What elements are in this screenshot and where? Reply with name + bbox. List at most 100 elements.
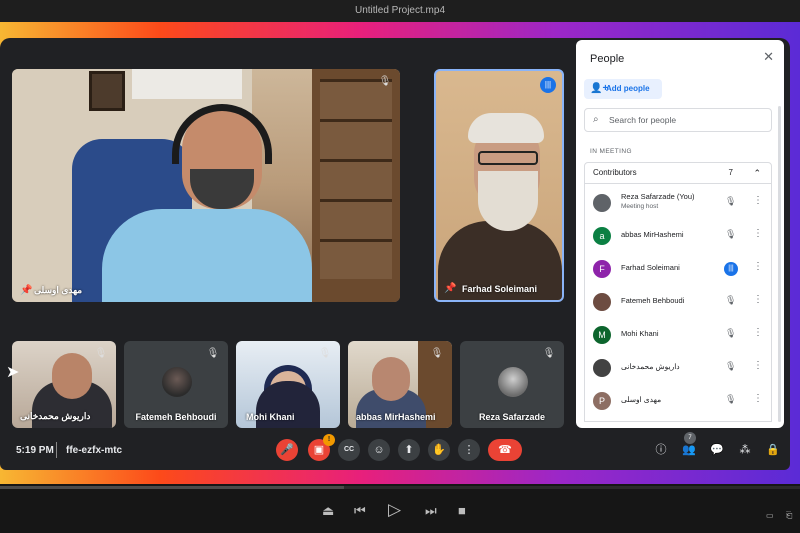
eject-icon[interactable]: ⏏: [322, 503, 334, 519]
video-tile-mohi[interactable]: 🎙 Mohi Khani: [236, 341, 340, 428]
pin-icon[interactable]: 📌: [444, 284, 456, 294]
mic-off-icon: 🎙: [378, 76, 392, 87]
previous-icon[interactable]: ⏮: [354, 503, 366, 519]
tile-name-farhad: Farhad Soleimani: [462, 284, 538, 294]
pin-icon[interactable]: 📌: [20, 286, 32, 296]
more-options-icon[interactable]: ⋮: [753, 294, 763, 305]
farhad-video-tile[interactable]: ||| 📌 Farhad Soleimani: [434, 69, 564, 302]
meeting-code: ffe-ezfx-mtc: [66, 445, 123, 456]
mic-off-icon: 🎙: [725, 361, 737, 371]
participant-hair: [468, 113, 544, 143]
bookshelf: [312, 69, 400, 302]
list-item[interactable]: Fatemeh Behboudi 🎙 ⋮: [585, 287, 771, 317]
mouse-cursor-icon: ➤: [6, 364, 20, 381]
tile-name-main: مهدی اوسلی: [34, 285, 83, 295]
search-people-input[interactable]: ⌕ Search for people: [584, 108, 772, 132]
chevron-up-icon: ⌃: [753, 168, 761, 178]
meeting-info-button[interactable]: ⓘ: [652, 441, 670, 459]
participant-body: [102, 209, 312, 302]
participant-name: مهدی اوسلی: [621, 395, 662, 404]
more-options-icon[interactable]: ⋮: [753, 195, 763, 206]
participant-list: Reza Safarzade (You) Meeting host 🎙 ⋮ a …: [584, 184, 772, 422]
list-item[interactable]: Reza Safarzade (You) Meeting host 🎙 ⋮: [585, 188, 771, 218]
people-button[interactable]: 👥 7: [680, 432, 698, 459]
next-icon[interactable]: ⏭: [425, 503, 437, 519]
warning-badge: !: [323, 434, 335, 446]
participant-head: [372, 357, 410, 401]
group-count: 7: [728, 168, 733, 177]
participant-name: Reza Safarzade (You): [621, 192, 695, 201]
people-panel-title: People: [590, 53, 625, 65]
participant-name: abbas MirHashemi: [621, 230, 684, 239]
people-count-badge: 7: [684, 432, 696, 444]
list-item[interactable]: a abbas MirHashemi 🎙 ⋮: [585, 221, 771, 251]
close-icon[interactable]: ✕: [763, 49, 774, 65]
play-icon[interactable]: ▷: [388, 500, 401, 520]
host-controls-button[interactable]: 🔒: [764, 441, 782, 459]
tile-name: Mohi Khani: [246, 412, 295, 422]
people-panel: People ✕ 👤+ Add people ⌕ Search for peop…: [576, 40, 784, 428]
list-item[interactable]: P مهدی اوسلی 🎙 ⋮: [585, 386, 771, 416]
subtitle-icon[interactable]: ▭: [766, 511, 774, 520]
mic-off-icon: 🎙: [725, 328, 737, 338]
participant-role: Meeting host: [621, 203, 659, 210]
player-title: Untitled Project.mp4: [0, 0, 800, 22]
emoji-reaction-button[interactable]: ☺: [368, 439, 390, 461]
main-video-tile[interactable]: 🎙 📌 مهدی اوسلی: [12, 69, 400, 302]
separator: [56, 442, 57, 458]
video-tile-fatemeh[interactable]: 🎙 Fatemeh Behboudi: [124, 341, 228, 428]
add-person-icon: 👤+: [590, 83, 609, 94]
video-tile-reza[interactable]: 🎙 Reza Safarzade: [460, 341, 564, 428]
tile-name: Reza Safarzade: [478, 412, 546, 422]
camera-toggle-button[interactable]: ▣ !: [308, 434, 335, 461]
group-label: Contributors: [593, 168, 637, 177]
participant-beard: [478, 171, 538, 231]
avatar: [593, 194, 611, 212]
list-item[interactable]: داریوش محمدخانی 🎙 ⋮: [585, 353, 771, 383]
list-item[interactable]: F Farhad Soleimani ||| ⋮: [585, 254, 771, 284]
player-progress-bar[interactable]: [0, 486, 800, 489]
activities-button[interactable]: ⁂: [736, 441, 754, 459]
video-tile-abbas[interactable]: 🎙 abbas MirHashemi: [348, 341, 452, 428]
more-options-icon[interactable]: ⋮: [753, 327, 763, 338]
participant-name: Fatemeh Behboudi: [621, 296, 685, 305]
mic-off-icon: 🎙: [725, 295, 737, 305]
chat-button[interactable]: 💬: [708, 441, 726, 459]
participant-head: [52, 353, 92, 399]
leave-call-button[interactable]: ☎: [488, 439, 522, 461]
participant-name: Mohi Khani: [621, 329, 659, 338]
player-controls: ⏏ ⏮ ▷ ⏭ ■ ▭ ⎗: [0, 495, 800, 533]
avatar: P: [593, 392, 611, 410]
avatar: [593, 293, 611, 311]
more-options-icon[interactable]: ⋮: [753, 393, 763, 404]
contributors-group-header[interactable]: Contributors 7 ⌃: [584, 162, 772, 184]
tile-name: Fatemeh Behboudi: [135, 412, 217, 422]
avatar: M: [593, 326, 611, 344]
mic-off-icon: 🎙: [725, 229, 737, 239]
participant-name: Farhad Soleimani: [621, 263, 680, 272]
window: [132, 69, 242, 99]
present-screen-button[interactable]: ⬆: [398, 439, 420, 461]
avatar: a: [593, 227, 611, 245]
more-options-icon[interactable]: ⋮: [753, 360, 763, 371]
raise-hand-button[interactable]: ✋: [428, 439, 450, 461]
mic-off-icon: 🎙: [430, 348, 444, 359]
wall-picture: [89, 71, 125, 111]
mic-toggle-button[interactable]: 🎤: [276, 439, 298, 461]
avatar: [498, 367, 528, 397]
list-item[interactable]: M Mohi Khani 🎙 ⋮: [585, 320, 771, 350]
video-tile-dariush[interactable]: 🎙 داریوش محمدخانی: [12, 341, 116, 428]
captions-button[interactable]: CC: [338, 439, 360, 461]
more-options-button[interactable]: ⋮: [458, 439, 480, 461]
stop-icon[interactable]: ■: [458, 503, 466, 518]
fullscreen-icon[interactable]: ⎗: [786, 511, 792, 521]
mic-off-icon: 🎙: [206, 348, 220, 359]
more-options-icon[interactable]: ⋮: [753, 228, 763, 239]
section-label: IN MEETING: [590, 148, 632, 155]
search-icon: ⌕: [593, 114, 599, 125]
add-people-button[interactable]: 👤+ Add people: [584, 79, 662, 99]
speaking-indicator-icon: |||: [724, 262, 738, 276]
more-options-icon[interactable]: ⋮: [753, 261, 763, 272]
mic-off-icon: 🎙: [542, 348, 556, 359]
panel-scrollbar[interactable]: [778, 106, 781, 422]
